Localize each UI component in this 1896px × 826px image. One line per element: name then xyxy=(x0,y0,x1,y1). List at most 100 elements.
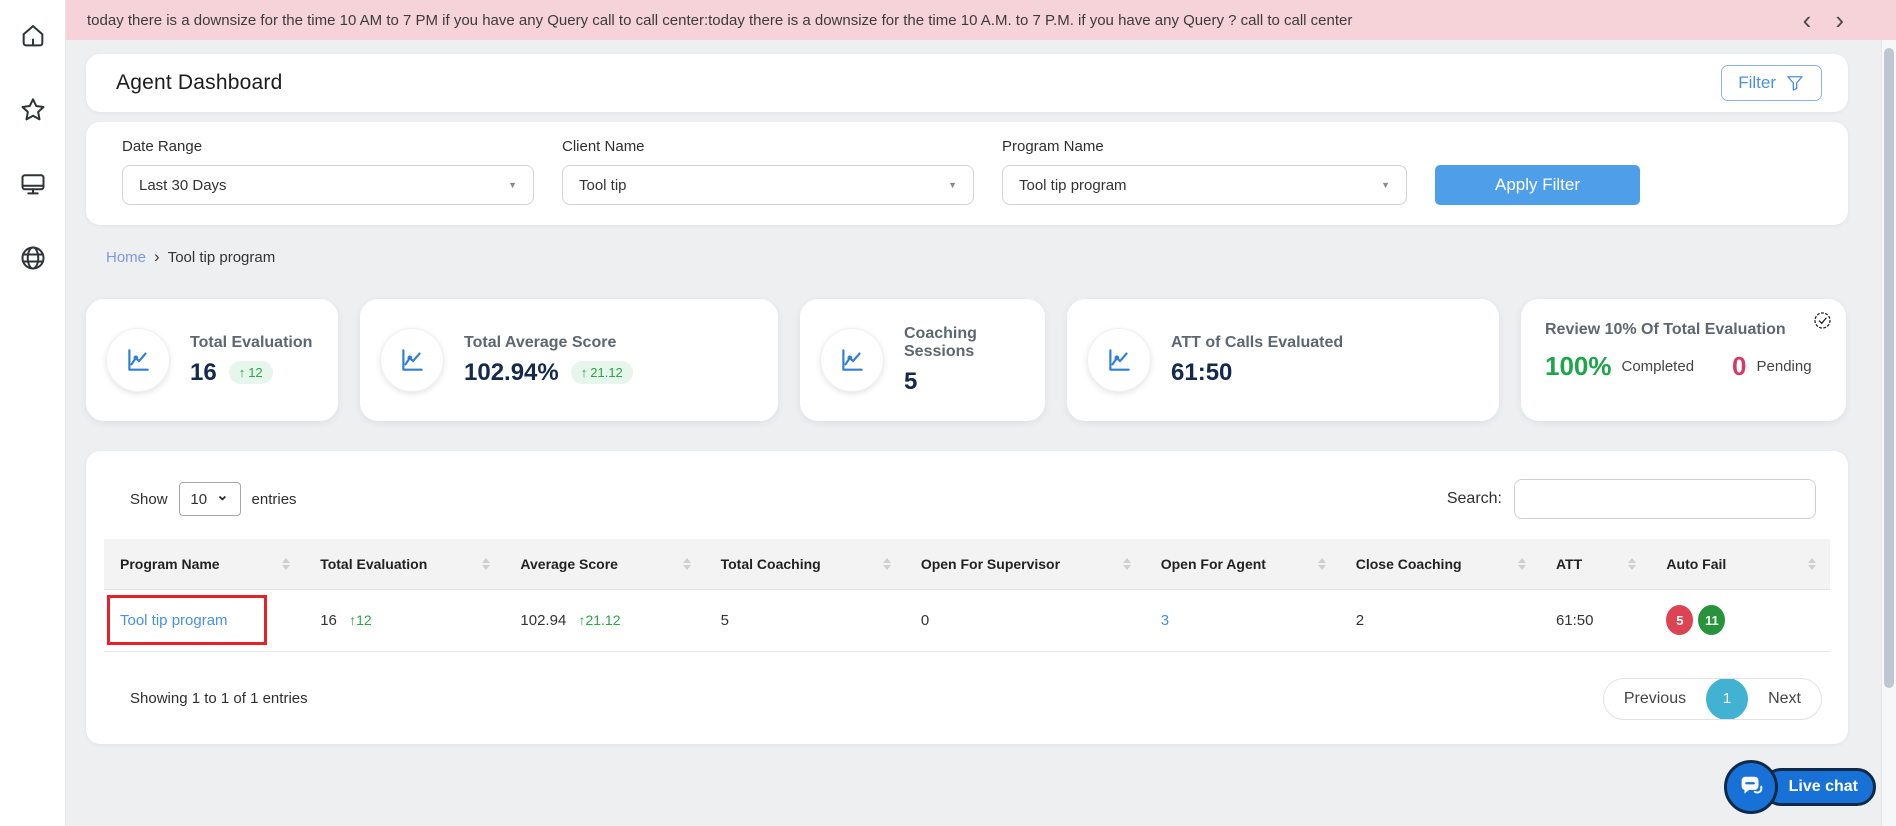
average-score-value: 102.94 xyxy=(520,611,567,629)
monitor-icon xyxy=(21,174,44,195)
col-total-coaching[interactable]: Total Coaching xyxy=(704,539,905,590)
sidebar-item-favorites[interactable] xyxy=(13,90,53,130)
clock-check-icon xyxy=(1814,312,1831,329)
col-open-for-agent[interactable]: Open For Agent xyxy=(1144,539,1340,590)
stat-card-delta-badge: ↑ 12 xyxy=(228,361,273,384)
caret-down-icon: ▼ xyxy=(1381,180,1390,190)
banner-nav: ‹ › xyxy=(1803,7,1844,33)
up-arrow-icon: ↑ xyxy=(238,365,246,380)
stat-card-total-average-score: Total Average Score 102.94% ↑ 21.12 xyxy=(360,299,778,421)
breadcrumb-home-link[interactable]: Home xyxy=(106,249,146,266)
client-name-field: Client Name Tool tip ▼ xyxy=(562,138,974,205)
stat-card-total-evaluation: Total Evaluation 16 ↑ 12 xyxy=(86,299,338,421)
stat-card-title: Total Evaluation xyxy=(190,333,313,351)
breadcrumb-separator: › xyxy=(154,247,160,266)
auto-fail-green-badge: 11 xyxy=(1698,605,1726,635)
completed-label: Completed xyxy=(1621,358,1695,375)
filter-button-label: Filter xyxy=(1738,73,1776,92)
stat-card-att-of-calls: ATT of Calls Evaluated 61:50 xyxy=(1067,299,1499,421)
col-auto-fail[interactable]: Auto Fail xyxy=(1650,539,1830,590)
close-coaching-value: 2 xyxy=(1355,611,1365,629)
chevron-down-icon: ⌄ xyxy=(216,487,229,504)
globe-icon xyxy=(21,246,44,270)
date-range-value: Last 30 Days xyxy=(139,176,227,194)
stat-card-title: Coaching Sessions xyxy=(904,324,977,360)
average-score-delta: ↑21.12 xyxy=(578,611,621,628)
page-size-value: 10 xyxy=(190,490,208,508)
stat-cards-row: Total Evaluation 16 ↑ 12 Total Average S… xyxy=(86,299,1848,421)
next-page-button[interactable]: Next xyxy=(1748,690,1821,708)
col-average-score[interactable]: Average Score xyxy=(504,539,705,590)
att-value: 61:50 xyxy=(1555,611,1594,629)
client-name-value: Tool tip xyxy=(579,176,627,194)
sidebar-item-globe[interactable] xyxy=(13,238,53,278)
open-for-agent-link[interactable]: 3 xyxy=(1161,612,1169,629)
col-total-evaluation[interactable]: Total Evaluation xyxy=(304,539,505,590)
filter-button[interactable]: Filter xyxy=(1721,65,1822,101)
chat-bubbles-icon xyxy=(1741,776,1762,794)
stat-card-value: 61:50 xyxy=(1171,358,1233,386)
home-icon xyxy=(22,25,43,47)
sidebar xyxy=(0,0,66,826)
sort-icon xyxy=(682,557,691,570)
page-header-panel: Agent Dashboard Filter xyxy=(86,54,1848,112)
live-chat-button[interactable]: Live chat xyxy=(1723,760,1876,814)
total-evaluation-value: 16 xyxy=(320,611,337,629)
stat-card-delta: 12 xyxy=(248,365,263,380)
page-title: Agent Dashboard xyxy=(116,71,283,94)
breadcrumb: Home › Tool tip program xyxy=(106,247,1848,267)
auto-fail-badges: 5 11 xyxy=(1666,605,1814,635)
banner-prev-icon[interactable]: ‹ xyxy=(1803,7,1812,33)
col-program-name[interactable]: Program Name xyxy=(104,539,305,590)
show-label: Show xyxy=(130,490,168,508)
breadcrumb-current: Tool tip program xyxy=(167,248,276,266)
stat-card-value: 5 xyxy=(904,367,918,395)
apply-filter-button[interactable]: Apply Filter xyxy=(1435,165,1640,205)
line-chart-icon xyxy=(128,349,149,371)
program-name-label: Program Name xyxy=(1002,138,1104,155)
banner-next-icon[interactable]: › xyxy=(1835,7,1844,33)
line-chart-icon xyxy=(402,349,423,371)
col-open-for-supervisor[interactable]: Open For Supervisor xyxy=(904,539,1145,590)
sidebar-item-monitor[interactable] xyxy=(13,164,53,204)
stat-card-title: ATT of Calls Evaluated xyxy=(1171,333,1344,351)
line-chart-icon xyxy=(842,349,863,371)
sort-icon xyxy=(1808,557,1816,570)
open-for-supervisor-value: 0 xyxy=(920,611,930,629)
search-input[interactable] xyxy=(1514,479,1816,519)
col-att[interactable]: ATT xyxy=(1539,539,1651,590)
program-name-field: Program Name Tool tip program ▼ xyxy=(1002,138,1407,205)
sort-icon xyxy=(282,557,291,570)
sort-icon xyxy=(1628,557,1637,570)
stat-card-coaching-sessions: Coaching Sessions 5 xyxy=(800,299,1045,421)
sort-icon xyxy=(1122,557,1131,570)
stat-card-title: Review 10% Of Total Evaluation xyxy=(1545,321,1786,338)
date-range-label: Date Range xyxy=(122,138,203,155)
date-range-field: Date Range Last 30 Days ▼ xyxy=(122,138,534,205)
completed-percent: 100% xyxy=(1545,351,1612,381)
caret-down-icon: ▼ xyxy=(508,180,517,190)
client-name-select[interactable]: Tool tip ▼ xyxy=(562,165,974,205)
stat-card-delta-badge: ↑ 21.12 xyxy=(570,361,633,384)
page-number-button[interactable]: 1 xyxy=(1706,678,1749,719)
sidebar-item-home[interactable] xyxy=(13,16,53,56)
page-size-select[interactable]: 10 ⌄ xyxy=(178,482,241,516)
stat-card-value: 102.94% xyxy=(464,358,559,386)
program-name-link[interactable]: Tool tip program xyxy=(120,612,228,629)
total-evaluation-delta: ↑12 xyxy=(349,611,372,628)
col-close-coaching[interactable]: Close Coaching xyxy=(1339,539,1540,590)
scrollbar-thumb[interactable] xyxy=(1884,48,1894,688)
sort-icon xyxy=(482,557,491,570)
total-coaching-value: 5 xyxy=(720,611,729,629)
scrollbar-track xyxy=(1881,40,1896,826)
program-name-select[interactable]: Tool tip program ▼ xyxy=(1002,165,1407,205)
stat-card-value: 16 xyxy=(190,358,217,386)
programs-table: Program Name Total Evaluation Average Sc… xyxy=(104,539,1830,652)
filter-panel: Date Range Last 30 Days ▼ Client Name To… xyxy=(86,122,1848,225)
app-root: today there is a downsize for the time 1… xyxy=(0,0,1896,826)
program-name-value: Tool tip program xyxy=(1019,176,1127,194)
date-range-select[interactable]: Last 30 Days ▼ xyxy=(122,165,534,205)
previous-page-button[interactable]: Previous xyxy=(1604,690,1706,708)
star-icon xyxy=(21,98,44,121)
client-name-label: Client Name xyxy=(562,138,645,155)
